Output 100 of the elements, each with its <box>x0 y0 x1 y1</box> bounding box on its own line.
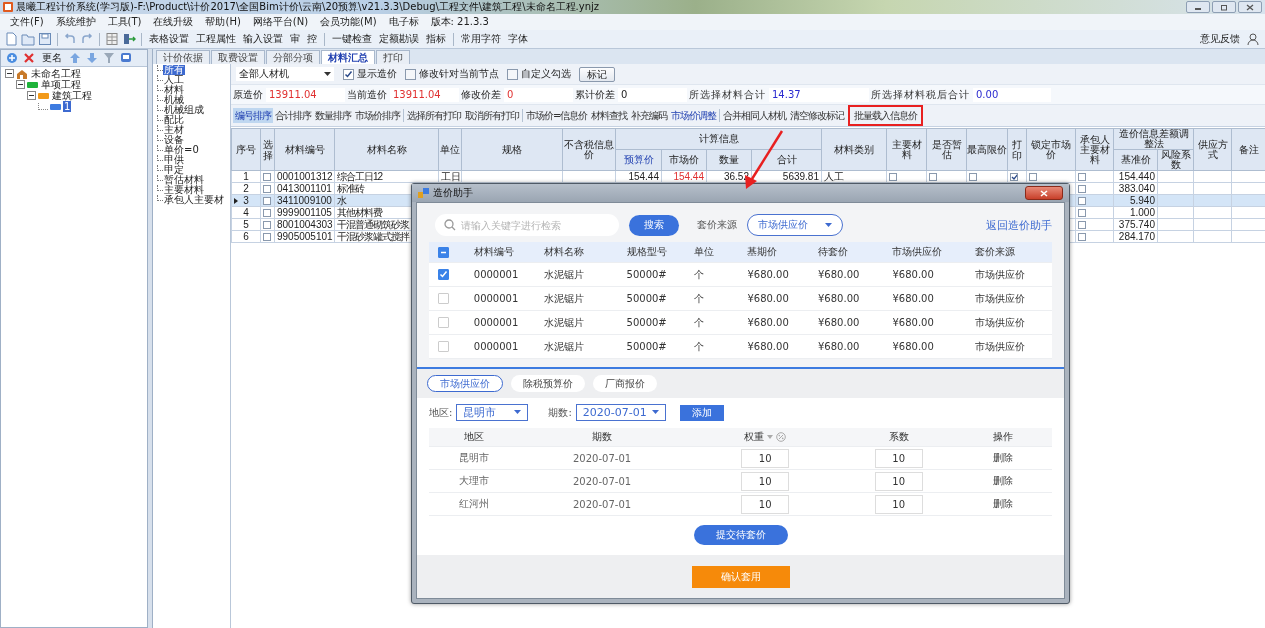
category-item[interactable]: 单价=0 <box>163 145 200 155</box>
checkbox[interactable] <box>263 173 271 182</box>
category-item[interactable]: 所有 <box>163 65 185 75</box>
toolbar-button[interactable]: 工程属性 <box>194 32 238 46</box>
tab[interactable]: 分部分项 <box>266 50 320 64</box>
back-link[interactable]: 返回造价助手 <box>986 217 1052 233</box>
collapse-icon[interactable] <box>5 69 14 78</box>
tree-item[interactable]: 单项工程 <box>40 79 82 90</box>
category-item[interactable]: 配比 <box>163 115 185 125</box>
coefficient-field[interactable]: 10 <box>874 471 923 491</box>
note-icon[interactable] <box>120 52 132 64</box>
submit-button[interactable]: 提交待套价 <box>693 525 788 545</box>
delete-link[interactable]: 删除 <box>992 497 1013 511</box>
category-item[interactable]: 主材 <box>163 125 185 135</box>
toolbar-button[interactable]: 数量排序 <box>313 108 353 123</box>
redo-icon[interactable] <box>80 32 94 46</box>
delete-icon[interactable] <box>23 52 35 64</box>
user-icon[interactable] <box>1245 32 1261 46</box>
period-dropdown[interactable]: 2020-07-01 <box>575 404 666 421</box>
tree-item[interactable]: 建筑工程 <box>51 90 93 101</box>
search-button[interactable]: 搜索 <box>629 214 679 236</box>
feedback-button[interactable]: 意见反馈 <box>1198 32 1242 46</box>
coefficient-field[interactable]: 10 <box>874 448 923 468</box>
toolbar-button[interactable]: 合并相同人材机 <box>721 108 789 123</box>
toolbar-button[interactable]: 指标 <box>424 32 448 46</box>
category-item[interactable]: 甲定 <box>163 165 185 175</box>
checkbox[interactable] <box>1078 209 1086 218</box>
category-item[interactable]: 人工 <box>163 75 185 85</box>
toolbar-button[interactable]: 合计排序 <box>273 108 313 123</box>
category-item[interactable]: 机械组成 <box>163 105 205 115</box>
checkbox[interactable] <box>263 209 271 218</box>
checkbox[interactable] <box>263 233 271 242</box>
toolbar-button[interactable]: 定额勘误 <box>377 32 421 46</box>
tab[interactable]: 材料汇总 <box>321 50 375 64</box>
weight-field[interactable]: 10 <box>741 494 790 514</box>
checkbox[interactable] <box>929 173 937 182</box>
checkbox[interactable] <box>343 68 354 80</box>
checkbox[interactable] <box>438 269 449 280</box>
tree-item[interactable]: 1 <box>63 101 72 112</box>
tab[interactable]: 除税预算价 <box>511 375 585 392</box>
coefficient-field[interactable]: 10 <box>874 494 923 514</box>
collapse-icon[interactable] <box>27 91 36 100</box>
weight-field[interactable]: 10 <box>741 471 790 491</box>
checkbox[interactable] <box>263 185 271 194</box>
new-file-icon[interactable] <box>4 32 18 46</box>
checkbox[interactable] <box>263 221 271 230</box>
toolbar-button[interactable]: 输入设置 <box>241 32 285 46</box>
rename-button[interactable]: 更名 <box>40 51 64 65</box>
toolbar-button[interactable]: 市场价=信息价 <box>524 108 590 123</box>
category-item[interactable]: 材料 <box>163 85 185 95</box>
grid-icon[interactable] <box>105 32 119 46</box>
category-item[interactable]: 甲供 <box>163 155 185 165</box>
weight-field[interactable]: 10 <box>741 448 790 468</box>
save-icon[interactable] <box>38 32 52 46</box>
menu-item[interactable]: 系统维护 <box>55 15 96 29</box>
toolbar-button[interactable]: 表格设置 <box>147 32 191 46</box>
menu-item[interactable]: 会员功能(M) <box>320 15 377 29</box>
toolbar-button[interactable]: 审 <box>288 32 302 46</box>
toolbar-button[interactable]: 控 <box>305 32 319 46</box>
menu-item[interactable]: 工具(T) <box>107 15 142 29</box>
tab[interactable]: 计价依据 <box>156 50 210 64</box>
menu-item[interactable]: 在线升级 <box>153 15 194 29</box>
toolbar-button[interactable]: 批量载入信息价 <box>852 108 920 123</box>
tab[interactable]: 打印 <box>376 50 410 64</box>
toolbar-button[interactable]: 选择所有打印 <box>405 108 463 123</box>
restore-button[interactable] <box>1212 1 1236 13</box>
checkbox[interactable] <box>1078 233 1086 242</box>
material-type-dropdown[interactable]: 全部人材机 <box>235 66 335 82</box>
table-row[interactable]: 1 0001001312 综合工日12 工日 154.44 154.44 36.52 5639.81 人工 154.440 <box>231 170 1265 183</box>
toolbar-button[interactable]: 字体 <box>506 32 530 46</box>
menu-item[interactable]: 帮助(H) <box>205 15 241 29</box>
toolbar-button[interactable]: 清空修改标记 <box>788 108 847 123</box>
minimize-button[interactable] <box>1186 1 1210 13</box>
checkbox[interactable] <box>263 197 271 206</box>
add-button[interactable]: 添加 <box>679 404 724 421</box>
toolbar-button[interactable]: 补充编码 <box>629 108 670 123</box>
mark-button[interactable]: 标记 <box>579 66 615 82</box>
checkbox[interactable] <box>507 68 518 80</box>
toolbar-button[interactable]: 材料查找 <box>589 108 630 123</box>
close-button[interactable] <box>1238 1 1262 13</box>
category-item[interactable]: 设备 <box>163 135 185 145</box>
menu-item[interactable]: 网络平台(N) <box>252 15 309 29</box>
checkbox[interactable] <box>1010 173 1018 182</box>
toolbar-button[interactable]: 一键检查 <box>330 32 374 46</box>
delete-link[interactable]: 删除 <box>992 474 1013 488</box>
checkbox[interactable] <box>889 173 897 182</box>
tab[interactable]: 厂商报价 <box>593 375 657 392</box>
category-item[interactable]: 承包人主要材 <box>163 195 225 205</box>
undo-icon[interactable] <box>63 32 77 46</box>
checkbox[interactable] <box>1078 185 1086 194</box>
toolbar-button[interactable]: 常用字符 <box>459 32 503 46</box>
sort-caret-icon[interactable] <box>767 435 774 439</box>
tab[interactable]: 市场供应价 <box>427 375 503 392</box>
category-item[interactable]: 机械 <box>163 95 185 105</box>
search-field[interactable]: 请输入关键字进行检索 <box>435 214 619 236</box>
toolbar-button[interactable]: 取消所有打印 <box>463 108 521 123</box>
tree-item[interactable]: 未命名工程 <box>30 68 82 79</box>
tab[interactable]: 取费设置 <box>211 50 265 64</box>
category-item[interactable]: 暂估材料 <box>163 175 205 185</box>
exit-icon[interactable] <box>122 32 136 46</box>
